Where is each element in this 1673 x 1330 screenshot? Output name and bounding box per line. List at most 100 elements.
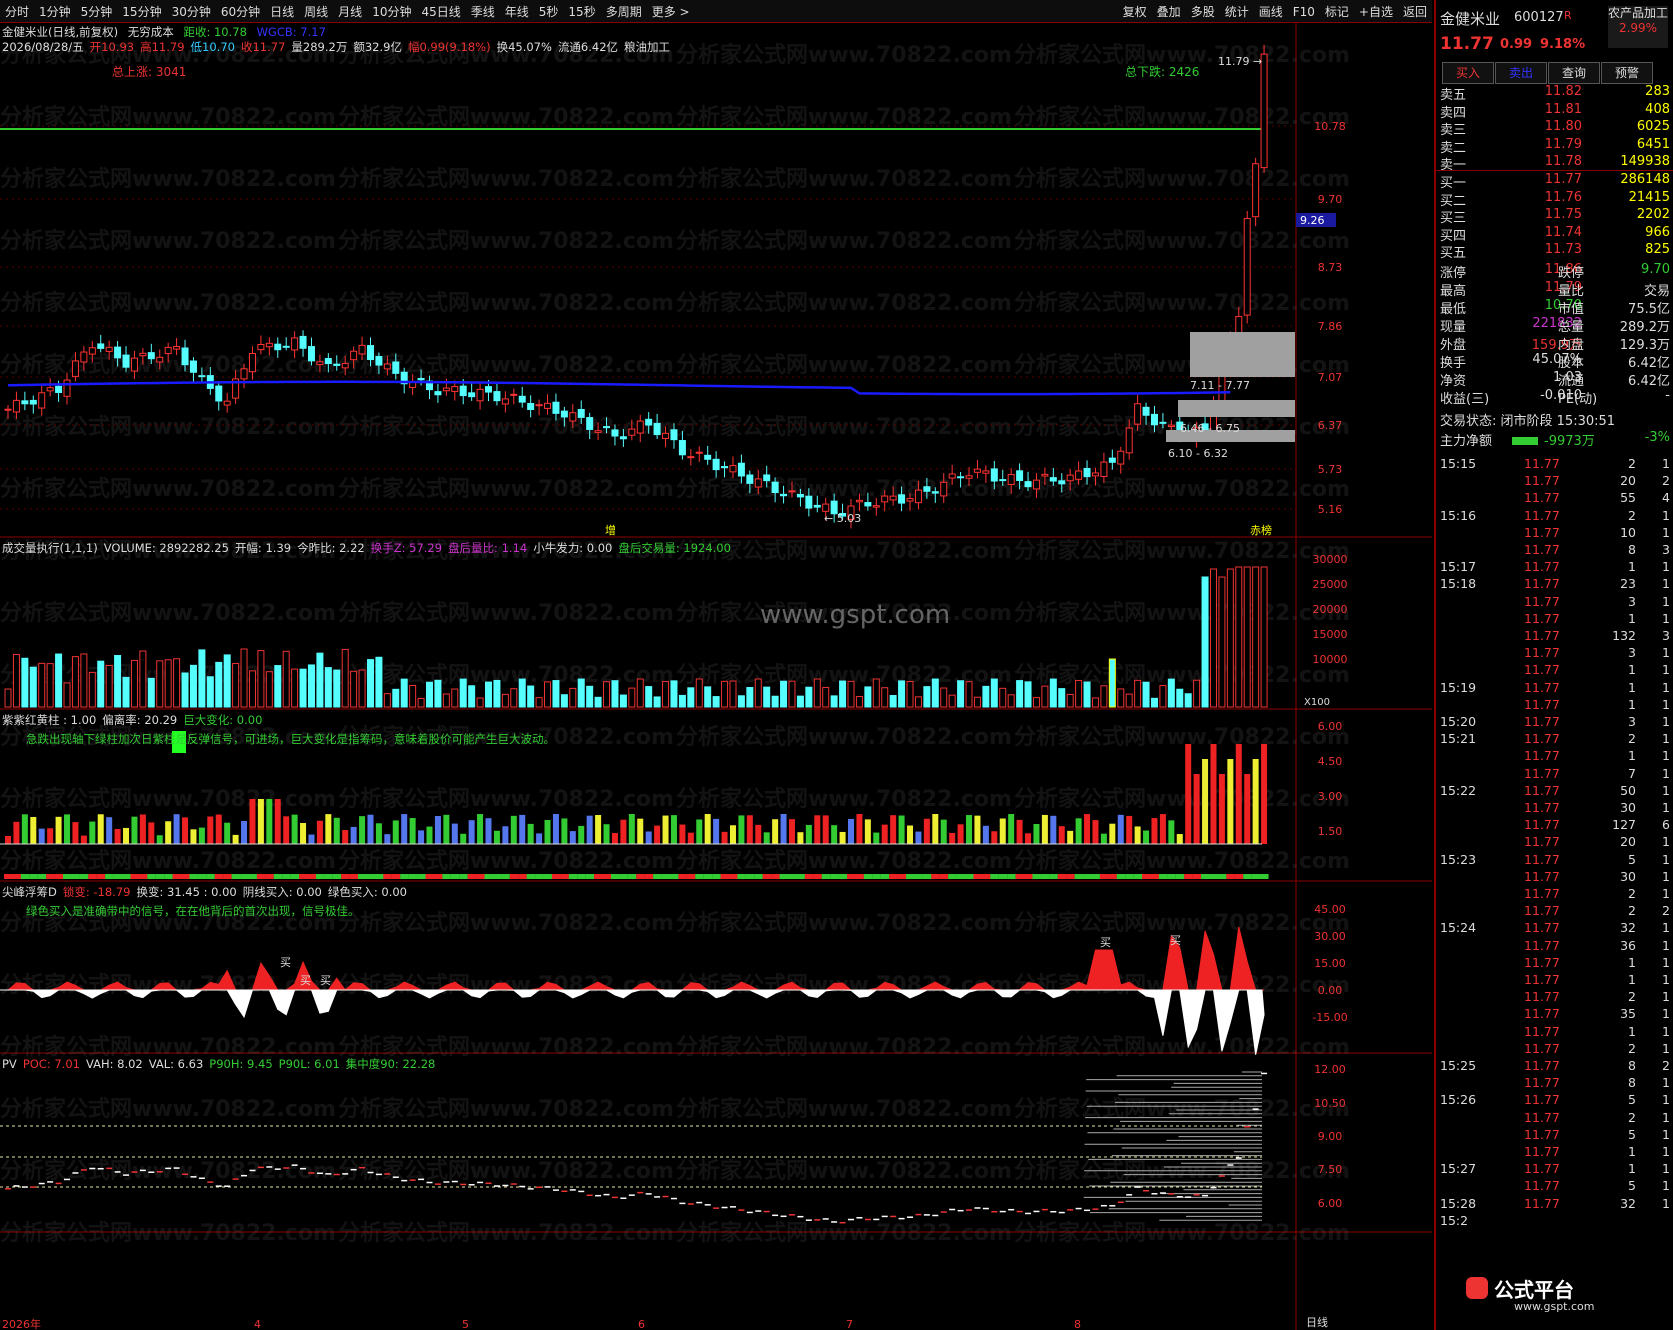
- tick-row[interactable]: 15:21 11.77 2 1: [1440, 731, 1670, 749]
- tick-row[interactable]: 11.77 1 1: [1440, 662, 1670, 680]
- tick-row[interactable]: 11.77 1 1: [1440, 611, 1670, 629]
- tick-row[interactable]: 11.77 2 1: [1440, 1041, 1670, 1059]
- purple-bar: [603, 824, 610, 844]
- period-tab[interactable]: 更多 >: [647, 0, 695, 20]
- order-book-row[interactable]: 买三 11.75 2202: [1440, 207, 1670, 226]
- tick-row[interactable]: 11.77 10 1: [1440, 525, 1670, 543]
- tick-row[interactable]: 11.77 5 1: [1440, 1127, 1670, 1145]
- trade-button[interactable]: 查询: [1548, 62, 1600, 84]
- tick-row[interactable]: 11.77 2 1: [1440, 989, 1670, 1007]
- volume-bar: [906, 681, 914, 708]
- tick-row[interactable]: 15:23 11.77 5 1: [1440, 852, 1670, 870]
- tick-row[interactable]: 11.77 1 1: [1440, 748, 1670, 766]
- period-tab[interactable]: 10分钟: [367, 0, 416, 20]
- sector-box[interactable]: 农产品加工 2.99%: [1608, 6, 1668, 48]
- candle-body: [265, 342, 273, 348]
- period-tab[interactable]: 分时: [0, 0, 34, 20]
- tick-row[interactable]: 11.77 2 1: [1440, 1110, 1670, 1128]
- tick-count: 1: [1662, 989, 1670, 1005]
- order-book-row[interactable]: 卖五 11.82 283: [1440, 84, 1670, 103]
- order-book-row[interactable]: 买五 11.73 825: [1440, 242, 1670, 261]
- chart-area[interactable]: 分析家公式网www.70822.com 分析家公式网www.70822.com 分析…: [0, 22, 1432, 1330]
- trade-button[interactable]: 卖出: [1495, 62, 1547, 84]
- signal-strip: [358, 874, 367, 879]
- tool-button[interactable]: 多股: [1186, 0, 1220, 20]
- period-tab[interactable]: 1分钟: [34, 0, 76, 20]
- period-tab[interactable]: 5秒: [534, 0, 564, 20]
- order-book-row[interactable]: 卖二 11.79 6451: [1440, 137, 1670, 156]
- period-tab[interactable]: 45日线: [416, 0, 465, 20]
- tool-button[interactable]: 返回: [1398, 0, 1432, 20]
- order-book-row[interactable]: 卖四 11.81 408: [1440, 102, 1670, 121]
- tick-row[interactable]: 11.77 8 3: [1440, 542, 1670, 560]
- period-tab[interactable]: 周线: [299, 0, 333, 20]
- tick-row[interactable]: 11.77 3 1: [1440, 645, 1670, 663]
- tool-button[interactable]: +自选: [1354, 0, 1398, 20]
- period-tab[interactable]: 日线: [265, 0, 299, 20]
- tick-row[interactable]: 11.77 30 1: [1440, 800, 1670, 818]
- signal-strip: [299, 874, 308, 879]
- tick-row[interactable]: 11.77 20 2: [1440, 473, 1670, 491]
- period-tab[interactable]: 5分钟: [76, 0, 118, 20]
- volume-bar: [223, 654, 231, 708]
- zone-label-1: 7.11 - 7.77: [1190, 379, 1250, 392]
- tool-button[interactable]: 叠加: [1152, 0, 1186, 20]
- tick-row[interactable]: 11.77 7 1: [1440, 766, 1670, 784]
- tool-button[interactable]: 统计: [1220, 0, 1254, 20]
- tick-row[interactable]: 11.77 5 1: [1440, 1178, 1670, 1196]
- tick-row[interactable]: 15:24 11.77 32 1: [1440, 920, 1670, 938]
- period-tab[interactable]: 年线: [500, 0, 534, 20]
- signal-strip: [863, 874, 873, 879]
- tick-row[interactable]: 11.77 1 1: [1440, 972, 1670, 990]
- tool-button[interactable]: F10: [1288, 2, 1320, 19]
- tick-row[interactable]: 11.77 20 1: [1440, 834, 1670, 852]
- purple-bar: [561, 818, 568, 844]
- tick-row[interactable]: 15:2: [1440, 1213, 1670, 1231]
- tick-row[interactable]: 15:20 11.77 3 1: [1440, 714, 1670, 732]
- tick-row[interactable]: 11.77 30 1: [1440, 869, 1670, 887]
- period-tab[interactable]: 多周期: [601, 0, 647, 20]
- tick-row[interactable]: 11.77 2 1: [1440, 886, 1670, 904]
- order-book-row[interactable]: 买一 11.77 286148: [1440, 172, 1670, 191]
- tick-row[interactable]: 11.77 1 1: [1440, 1144, 1670, 1162]
- volume-bar: [839, 680, 847, 708]
- period-tab[interactable]: 月线: [333, 0, 367, 20]
- tick-row[interactable]: 15:26 11.77 5 1: [1440, 1092, 1670, 1110]
- tick-row[interactable]: 11.77 55 4: [1440, 490, 1670, 508]
- tick-row[interactable]: 11.77 36 1: [1440, 938, 1670, 956]
- tick-row[interactable]: 11.77 1 1: [1440, 1024, 1670, 1042]
- tick-row[interactable]: 11.77 127 6: [1440, 817, 1670, 835]
- tick-row[interactable]: 15:27 11.77 1 1: [1440, 1161, 1670, 1179]
- tick-row[interactable]: 15:19 11.77 1 1: [1440, 680, 1670, 698]
- tick-row[interactable]: 15:28 11.77 32 1: [1440, 1196, 1670, 1214]
- tick-row[interactable]: 15:17 11.77 1 1: [1440, 559, 1670, 577]
- trade-button[interactable]: 预警: [1601, 62, 1653, 84]
- tick-row[interactable]: 11.77 1 1: [1440, 955, 1670, 973]
- period-tab[interactable]: 15分钟: [117, 0, 166, 20]
- tick-price: 11.77: [1524, 1195, 1560, 1211]
- period-tab[interactable]: 60分钟: [216, 0, 265, 20]
- tick-row[interactable]: 15:15 11.77 2 1: [1440, 456, 1670, 474]
- tick-row[interactable]: 11.77 1 1: [1440, 697, 1670, 715]
- order-book-row[interactable]: 买二 11.76 21415: [1440, 190, 1670, 209]
- tick-row[interactable]: 11.77 35 1: [1440, 1006, 1670, 1024]
- tick-row[interactable]: 11.77 8 1: [1440, 1075, 1670, 1093]
- tool-button[interactable]: 复权: [1118, 0, 1152, 20]
- tool-button[interactable]: 标记: [1320, 0, 1354, 20]
- order-book-row[interactable]: 卖三 11.80 6025: [1440, 119, 1670, 138]
- tick-row[interactable]: 15:18 11.77 23 1: [1440, 576, 1670, 594]
- tick-row[interactable]: 11.77 2 2: [1440, 903, 1670, 921]
- tick-row[interactable]: 15:22 11.77 50 1: [1440, 783, 1670, 801]
- trade-button[interactable]: 买入: [1442, 62, 1494, 84]
- chart-canvas[interactable]: 分析家公式网www.70822.com 分析家公式网www.70822.com 分析…: [0, 22, 1432, 1330]
- tick-row[interactable]: 15:16 11.77 2 1: [1440, 508, 1670, 526]
- tool-button[interactable]: 画线: [1254, 0, 1288, 20]
- tick-row[interactable]: 15:25 11.77 8 2: [1440, 1058, 1670, 1076]
- candle-body: [695, 451, 703, 454]
- tick-row[interactable]: 11.77 132 3: [1440, 628, 1670, 646]
- period-tab[interactable]: 15秒: [563, 0, 600, 20]
- period-tab[interactable]: 30分钟: [167, 0, 216, 20]
- period-tab[interactable]: 季线: [466, 0, 500, 20]
- order-book-row[interactable]: 买四 11.74 966: [1440, 225, 1670, 244]
- tick-row[interactable]: 11.77 3 1: [1440, 594, 1670, 612]
